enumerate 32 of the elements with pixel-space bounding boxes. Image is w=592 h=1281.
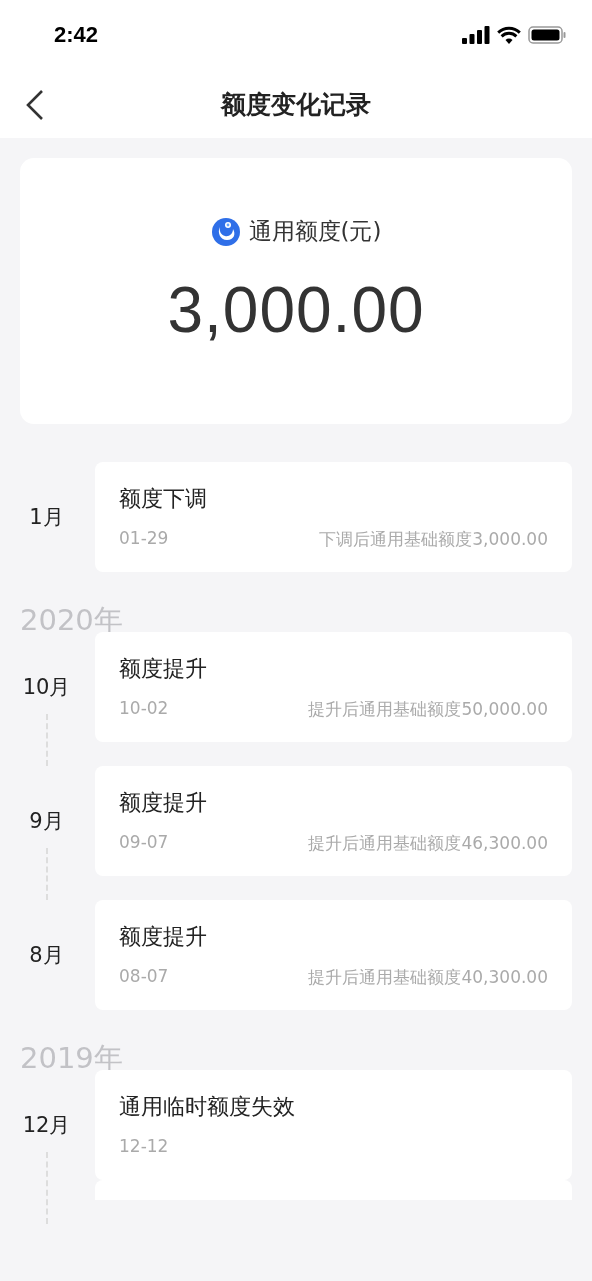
- month-label: 1月: [29, 504, 64, 530]
- record-detail: 下调后通用基础额度3,000.00: [319, 528, 548, 551]
- record-card[interactable]: 额度下调 01-29 下调后通用基础额度3,000.00: [95, 462, 572, 572]
- record-card[interactable]: 额度提升 08-07 提升后通用基础额度40,300.00: [95, 900, 572, 1010]
- record-date: 12-12: [119, 1136, 169, 1156]
- status-time: 2:42: [54, 22, 99, 48]
- wifi-icon: [497, 26, 521, 44]
- month-label: 9月: [29, 808, 64, 834]
- page-title: 额度变化记录: [221, 88, 371, 121]
- record-card[interactable]: 额度提升 10-02 提升后通用基础额度50,000.00: [95, 632, 572, 742]
- record-title: 额度下调: [119, 485, 208, 513]
- logo-icon: [210, 216, 241, 247]
- credit-amount: 3,000.00: [167, 273, 425, 347]
- battery-icon: [528, 26, 566, 44]
- month-label: 12月: [22, 1112, 71, 1138]
- record-date: 08-07: [119, 966, 169, 988]
- record-title: 额度提升: [119, 655, 208, 683]
- record-title: 通用临时额度失效: [119, 1093, 296, 1121]
- month-label: 10月: [22, 674, 71, 700]
- record-date: 01-29: [119, 528, 169, 550]
- record-title: 额度提升: [119, 923, 208, 951]
- record-detail: 提升后通用基础额度40,300.00: [308, 966, 548, 989]
- record-card[interactable]: 额度提升 09-07 提升后通用基础额度46,300.00: [95, 766, 572, 876]
- record-date: 10-02: [119, 698, 169, 720]
- record-date: 09-07: [119, 832, 169, 854]
- record-title: 额度提升: [119, 789, 208, 817]
- record-detail: 提升后通用基础额度46,300.00: [308, 832, 548, 855]
- credit-label: 通用额度(元): [248, 217, 382, 246]
- record-detail: 提升后通用基础额度50,000.00: [308, 698, 548, 721]
- record-card[interactable]: 通用临时额度失效 12-12: [95, 1070, 572, 1180]
- signal-icon: [462, 26, 490, 44]
- month-label: 8月: [29, 942, 64, 968]
